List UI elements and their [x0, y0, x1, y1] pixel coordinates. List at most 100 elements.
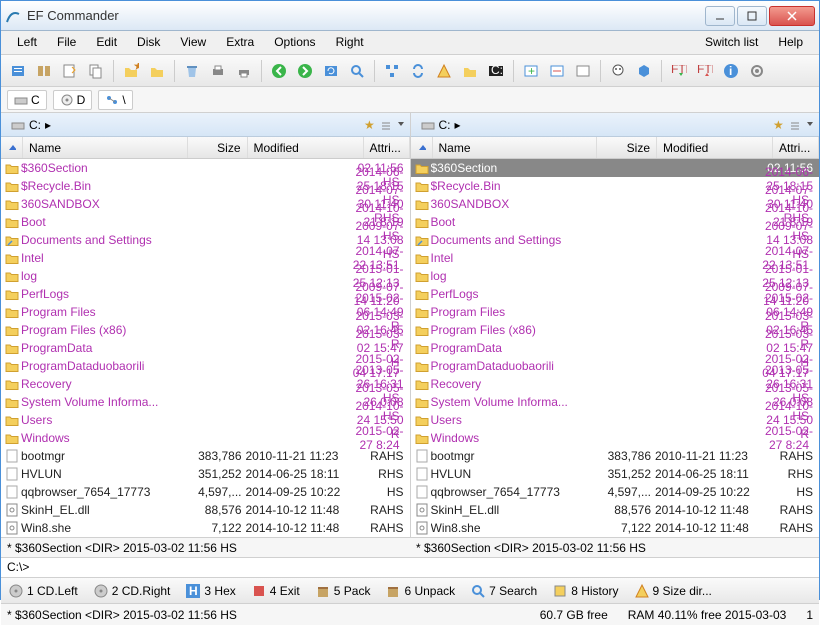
file-modified: 2014-10-12 11:48 [246, 521, 362, 535]
tool-copy-icon[interactable] [85, 60, 107, 82]
menu-left[interactable]: Left [7, 31, 47, 54]
panel-star-icon[interactable]: ★ [364, 119, 376, 131]
tool-cube-icon[interactable] [633, 60, 655, 82]
file-size: 383,786 [595, 449, 655, 463]
tool-view-icon[interactable] [7, 60, 29, 82]
col-modified[interactable]: Modified [657, 137, 773, 158]
tool-skull-icon[interactable] [607, 60, 629, 82]
tool-gear-icon[interactable] [746, 60, 768, 82]
drive-net-chip[interactable]: \ [98, 90, 132, 110]
file-modified: 2014-06-25 18:11 [655, 467, 771, 481]
close-button[interactable] [769, 6, 815, 26]
tool-cmd-icon[interactable]: C:\ [485, 60, 507, 82]
tool-print-icon[interactable] [207, 60, 229, 82]
fnkey-size-dir-[interactable]: 9 Size dir... [635, 584, 712, 598]
left-panel-status: * $360Section <DIR> 2015-03-02 11:56 HS [1, 537, 410, 557]
fnkey-exit[interactable]: 4 Exit [252, 584, 300, 598]
panel-history-icon[interactable] [789, 119, 801, 131]
fnkey-cd-left[interactable]: 1 CD.Left [9, 584, 78, 598]
fnkey-hex[interactable]: H3 Hex [186, 584, 235, 598]
tool-deselect-icon[interactable] [546, 60, 568, 82]
menu-right[interactable]: Right [326, 31, 374, 54]
fnkey-label: 9 Size dir... [653, 584, 712, 598]
file-row[interactable]: HVLUN 351,252 2014-06-25 18:11 RHS [411, 465, 820, 483]
tool-back-icon[interactable] [268, 60, 290, 82]
tool-tree-icon[interactable] [381, 60, 403, 82]
file-list[interactable]: $360Section 2015-03-02 11:56 HS $Recycle… [411, 159, 820, 537]
fnkey-search[interactable]: 7 Search [471, 584, 537, 598]
folder-icon [3, 342, 21, 354]
col-modified[interactable]: Modified [248, 137, 364, 158]
minimize-button[interactable] [705, 6, 735, 26]
menu-help[interactable]: Help [768, 31, 813, 54]
fnkey-unpack[interactable]: 6 Unpack [386, 584, 455, 598]
maximize-button[interactable] [737, 6, 767, 26]
col-attributes[interactable]: Attri... [364, 137, 410, 158]
menu-switch-list[interactable]: Switch list [695, 31, 768, 54]
tool-select-icon[interactable]: + [520, 60, 542, 82]
file-row[interactable]: Windows 2015-02-27 8:24 [1, 429, 410, 447]
tool-folder-star-icon[interactable]: ★ [120, 60, 142, 82]
command-line[interactable]: C:\> [1, 557, 819, 577]
tool-sync-icon[interactable] [407, 60, 429, 82]
file-list[interactable]: $360Section 2015-03-02 11:56 HS $Recycle… [1, 159, 410, 537]
file-name: $360Section [431, 161, 758, 175]
col-name[interactable]: Name [23, 137, 188, 158]
fnkey-label: 1 CD.Left [27, 584, 78, 598]
menu-view[interactable]: View [170, 31, 216, 54]
fnkey-history[interactable]: 8 History [553, 584, 618, 598]
col-attributes[interactable]: Attri... [773, 137, 819, 158]
col-name[interactable]: Name [433, 137, 598, 158]
tool-folder-tree-icon[interactable] [459, 60, 481, 82]
file-modified: 2015-02-27 8:24 [355, 424, 403, 452]
tool-printer-icon[interactable] [233, 60, 255, 82]
file-row[interactable]: SkinH_EL.dll 88,576 2014-10-12 11:48 RAH… [411, 501, 820, 519]
file-row[interactable]: SkinH_EL.dll 88,576 2014-10-12 11:48 RAH… [1, 501, 410, 519]
menu-file[interactable]: File [47, 31, 86, 54]
tool-ftp-down-icon[interactable]: FTP [668, 60, 690, 82]
file-name: Win8.she [21, 521, 186, 535]
tool-warn-icon[interactable] [433, 60, 455, 82]
file-row[interactable]: Win8.she 7,122 2014-10-12 11:48 RAHS [1, 519, 410, 537]
up-button[interactable] [411, 137, 433, 158]
drive-d-chip[interactable]: D [53, 90, 93, 110]
tool-filter-icon[interactable] [572, 60, 594, 82]
file-row[interactable]: HVLUN 351,252 2014-06-25 18:11 RHS [1, 465, 410, 483]
file-row[interactable]: bootmgr 383,786 2010-11-21 11:23 RAHS [411, 447, 820, 465]
panel-drive[interactable]: C:▸ [5, 116, 57, 134]
panel-drive[interactable]: C:▸ [415, 116, 467, 134]
file-row[interactable]: qqbrowser_7654_17773 4,597,... 2014-09-2… [411, 483, 820, 501]
clock-icon [553, 584, 567, 598]
fnkey-cd-right[interactable]: 2 CD.Right [94, 584, 171, 598]
tool-reload-icon[interactable] [320, 60, 342, 82]
panel-star-icon[interactable]: ★ [773, 119, 785, 131]
menu-edit[interactable]: Edit [86, 31, 127, 54]
file-icon [413, 449, 431, 463]
file-row[interactable]: bootmgr 383,786 2010-11-21 11:23 RAHS [1, 447, 410, 465]
drive-c-chip[interactable]: C [7, 90, 47, 110]
tool-folder-open-icon[interactable] [146, 60, 168, 82]
tool-search-icon[interactable] [346, 60, 368, 82]
tool-book-icon[interactable] [33, 60, 55, 82]
tool-edit-icon[interactable] [59, 60, 81, 82]
fnkey-pack[interactable]: 5 Pack [316, 584, 371, 598]
file-row[interactable]: qqbrowser_7654_17773 4,597,... 2014-09-2… [1, 483, 410, 501]
up-button[interactable] [1, 137, 23, 158]
panel-path-bar[interactable]: C:▸ ★ [1, 113, 410, 137]
file-row[interactable]: Windows 2015-02-27 8:24 [411, 429, 820, 447]
tool-ftp-up-icon[interactable]: FTP [694, 60, 716, 82]
menu-extra[interactable]: Extra [216, 31, 264, 54]
panel-path-bar[interactable]: C:▸ ★ [411, 113, 820, 137]
col-size[interactable]: Size [188, 137, 248, 158]
panel-dropdown-icon[interactable] [396, 119, 406, 131]
menu-disk[interactable]: Disk [127, 31, 170, 54]
tool-trash-icon[interactable] [181, 60, 203, 82]
column-header: Name Size Modified Attri... [1, 137, 410, 159]
menu-options[interactable]: Options [264, 31, 325, 54]
panel-dropdown-icon[interactable] [805, 119, 815, 131]
panel-history-icon[interactable] [380, 119, 392, 131]
tool-info-icon[interactable]: i [720, 60, 742, 82]
file-row[interactable]: Win8.she 7,122 2014-10-12 11:48 RAHS [411, 519, 820, 537]
tool-forward-icon[interactable] [294, 60, 316, 82]
col-size[interactable]: Size [597, 137, 657, 158]
